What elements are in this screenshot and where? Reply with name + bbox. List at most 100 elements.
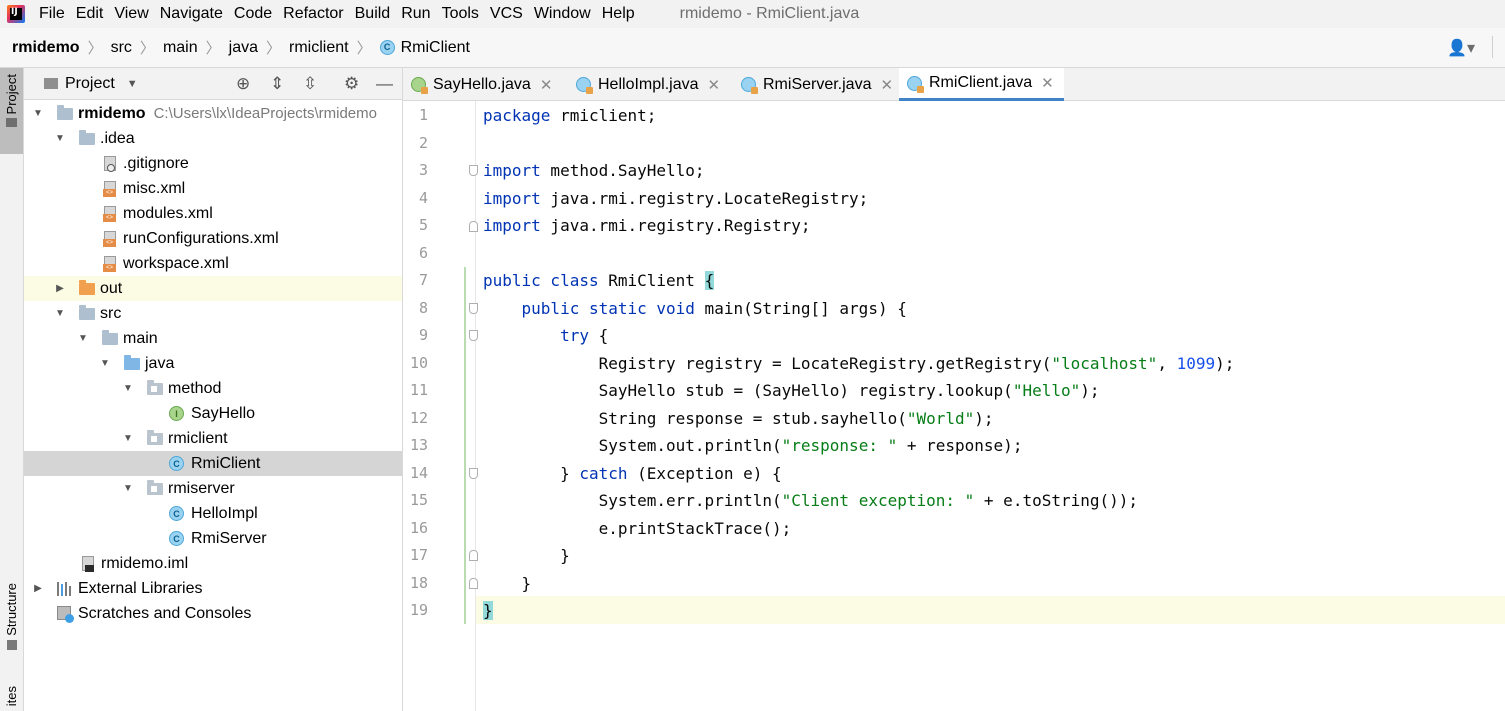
menu-build[interactable]: Build bbox=[355, 5, 391, 23]
tree-item-out[interactable]: ▶ out bbox=[24, 276, 402, 301]
fold-marker-icon[interactable] bbox=[469, 578, 478, 589]
menu-navigate[interactable]: Navigate bbox=[160, 5, 223, 23]
folder-icon bbox=[102, 330, 118, 345]
xml-file-icon: <> bbox=[103, 231, 116, 247]
class-icon: C bbox=[169, 506, 184, 521]
tree-item-label: main bbox=[123, 329, 158, 347]
menu-refactor[interactable]: Refactor bbox=[283, 5, 343, 23]
breadcrumb-item-label: RmiClient bbox=[400, 38, 470, 56]
tab-helloimpl-java[interactable]: HelloImpl.java ✕ bbox=[568, 68, 733, 101]
tree-item-rmiserver-package[interactable]: ▼ rmiserver bbox=[24, 476, 402, 501]
tree-item-label: RmiClient bbox=[191, 454, 261, 472]
fold-marker-icon[interactable] bbox=[469, 330, 478, 341]
menu-view[interactable]: View bbox=[114, 5, 148, 23]
tree-item-gitignore[interactable]: .gitignore bbox=[24, 151, 402, 176]
project-tool-label: Project bbox=[4, 74, 19, 115]
tree-item-label: .idea bbox=[100, 129, 135, 147]
close-icon[interactable]: ✕ bbox=[880, 76, 893, 94]
tree-item-sayhello[interactable]: I SayHello bbox=[24, 401, 402, 426]
package-icon bbox=[147, 380, 163, 395]
tree-item-label: method bbox=[168, 379, 222, 397]
chevron-right-icon[interactable]: ▶ bbox=[32, 583, 44, 595]
user-account-icon[interactable]: 👤▾ bbox=[1447, 38, 1475, 58]
fold-marker-icon[interactable] bbox=[469, 550, 478, 561]
code-line-7: public class RmiClient { bbox=[483, 271, 715, 290]
code-line-18: } bbox=[483, 574, 532, 593]
chevron-right-icon[interactable]: ▶ bbox=[54, 283, 66, 295]
fold-marker-icon[interactable] bbox=[469, 165, 478, 176]
tree-item-rmiserver[interactable]: C RmiServer bbox=[24, 526, 402, 551]
tree-item-helloimpl[interactable]: C HelloImpl bbox=[24, 501, 402, 526]
close-icon[interactable]: ✕ bbox=[540, 76, 553, 94]
vcs-change-marker bbox=[464, 267, 466, 624]
close-icon[interactable]: ✕ bbox=[1041, 74, 1054, 92]
close-icon[interactable]: ✕ bbox=[707, 76, 720, 94]
line-number: 3 bbox=[418, 161, 428, 179]
tree-item-rmidemo-iml[interactable]: rmidemo.iml bbox=[24, 551, 402, 576]
chevron-down-icon[interactable]: ▼ bbox=[127, 78, 138, 90]
collapse-all-icon[interactable]: ⇳ bbox=[303, 74, 317, 94]
tree-item-rmiclient-package[interactable]: ▼ rmiclient bbox=[24, 426, 402, 451]
menu-edit[interactable]: Edit bbox=[76, 5, 104, 23]
tab-rmiserver-java[interactable]: RmiServer.java ✕ bbox=[733, 68, 899, 101]
menu-code[interactable]: Code bbox=[234, 5, 272, 23]
expand-all-icon[interactable]: ⇕ bbox=[270, 74, 284, 94]
menu-file[interactable]: File bbox=[39, 5, 65, 23]
tree-item-label: External Libraries bbox=[78, 579, 203, 597]
tree-item-misc-xml[interactable]: <> misc.xml bbox=[24, 176, 402, 201]
tree-item-idea[interactable]: ▼ .idea bbox=[24, 126, 402, 151]
chevron-down-icon[interactable]: ▼ bbox=[99, 358, 111, 370]
xml-file-icon: <> bbox=[103, 206, 116, 222]
chevron-down-icon[interactable]: ▼ bbox=[54, 133, 66, 145]
fold-marker-icon[interactable] bbox=[469, 221, 478, 232]
chevron-down-icon[interactable]: ▼ bbox=[122, 483, 134, 495]
code-editor[interactable]: 1 2 3 4 5 6 7 8 9 10 11 12 13 14 15 16 1… bbox=[403, 101, 1505, 711]
chevron-down-icon[interactable]: ▼ bbox=[54, 308, 66, 320]
project-view-selector[interactable]: Project bbox=[65, 75, 115, 93]
tree-item-rmidemo[interactable]: ▼ rmidemo C:\Users\lx\IdeaProjects\rmidem… bbox=[24, 101, 402, 126]
minimize-icon[interactable]: — bbox=[376, 74, 393, 94]
menu-vcs[interactable]: VCS bbox=[490, 5, 523, 23]
tree-item-java[interactable]: ▼ java bbox=[24, 351, 402, 376]
breadcrumb-item-java[interactable]: java bbox=[229, 39, 258, 57]
structure-tool-button[interactable]: Structure bbox=[0, 583, 23, 663]
menu-run[interactable]: Run bbox=[401, 5, 430, 23]
chevron-down-icon[interactable]: ▼ bbox=[32, 108, 44, 120]
class-icon bbox=[576, 77, 593, 94]
tree-item-rmiclient[interactable]: C RmiClient bbox=[24, 451, 402, 476]
project-tool-button[interactable]: Project bbox=[0, 68, 23, 154]
chevron-down-icon[interactable]: ▼ bbox=[77, 333, 89, 345]
tab-sayhello-java[interactable]: SayHello.java ✕ bbox=[403, 68, 568, 101]
gear-icon[interactable]: ⚙ bbox=[344, 74, 359, 94]
chevron-down-icon[interactable]: ▼ bbox=[122, 383, 134, 395]
tree-item-method[interactable]: ▼ method bbox=[24, 376, 402, 401]
tree-item-src[interactable]: ▼ src bbox=[24, 301, 402, 326]
breadcrumb-item-project[interactable]: rmidemo bbox=[12, 39, 80, 57]
tree-item-main[interactable]: ▼ main bbox=[24, 326, 402, 351]
fold-marker-icon[interactable] bbox=[469, 468, 478, 479]
breadcrumb-item-rmiclient[interactable]: rmiclient bbox=[289, 39, 349, 57]
tree-item-workspace-xml[interactable]: <> workspace.xml bbox=[24, 251, 402, 276]
chevron-down-icon[interactable]: ▼ bbox=[122, 433, 134, 445]
package-icon bbox=[147, 480, 163, 495]
tab-rmiclient-java[interactable]: RmiClient.java ✕ bbox=[899, 68, 1064, 101]
editor-tab-bar: SayHello.java ✕ HelloImpl.java ✕ RmiServ… bbox=[403, 68, 1505, 101]
menu-tools[interactable]: Tools bbox=[442, 5, 479, 23]
window-title: rmidemo - RmiClient.java bbox=[679, 5, 860, 22]
code-line-5: import java.rmi.registry.Registry; bbox=[483, 216, 811, 235]
tree-item-scratches[interactable]: Scratches and Consoles bbox=[24, 601, 402, 626]
tree-item-runconfigurations-xml[interactable]: <> runConfigurations.xml bbox=[24, 226, 402, 251]
breadcrumb-item-rmiclient-class[interactable]: C RmiClient bbox=[379, 38, 470, 57]
breadcrumb-item-src[interactable]: src bbox=[111, 39, 132, 57]
code-line-3: import method.SayHello; bbox=[483, 161, 705, 180]
ignore-file-icon bbox=[104, 156, 116, 172]
menu-window[interactable]: Window bbox=[534, 5, 591, 23]
breadcrumb-item-main[interactable]: main bbox=[163, 39, 198, 57]
favorites-tool-button[interactable]: ites bbox=[0, 686, 23, 711]
menu-help[interactable]: Help bbox=[602, 5, 635, 23]
fold-marker-icon[interactable] bbox=[469, 303, 478, 314]
code-line-15: System.err.println("Client exception: " … bbox=[483, 491, 1139, 510]
tree-item-external-libraries[interactable]: ▶ External Libraries bbox=[24, 576, 402, 601]
tree-item-modules-xml[interactable]: <> modules.xml bbox=[24, 201, 402, 226]
locate-target-icon[interactable]: ⊕ bbox=[236, 74, 250, 94]
